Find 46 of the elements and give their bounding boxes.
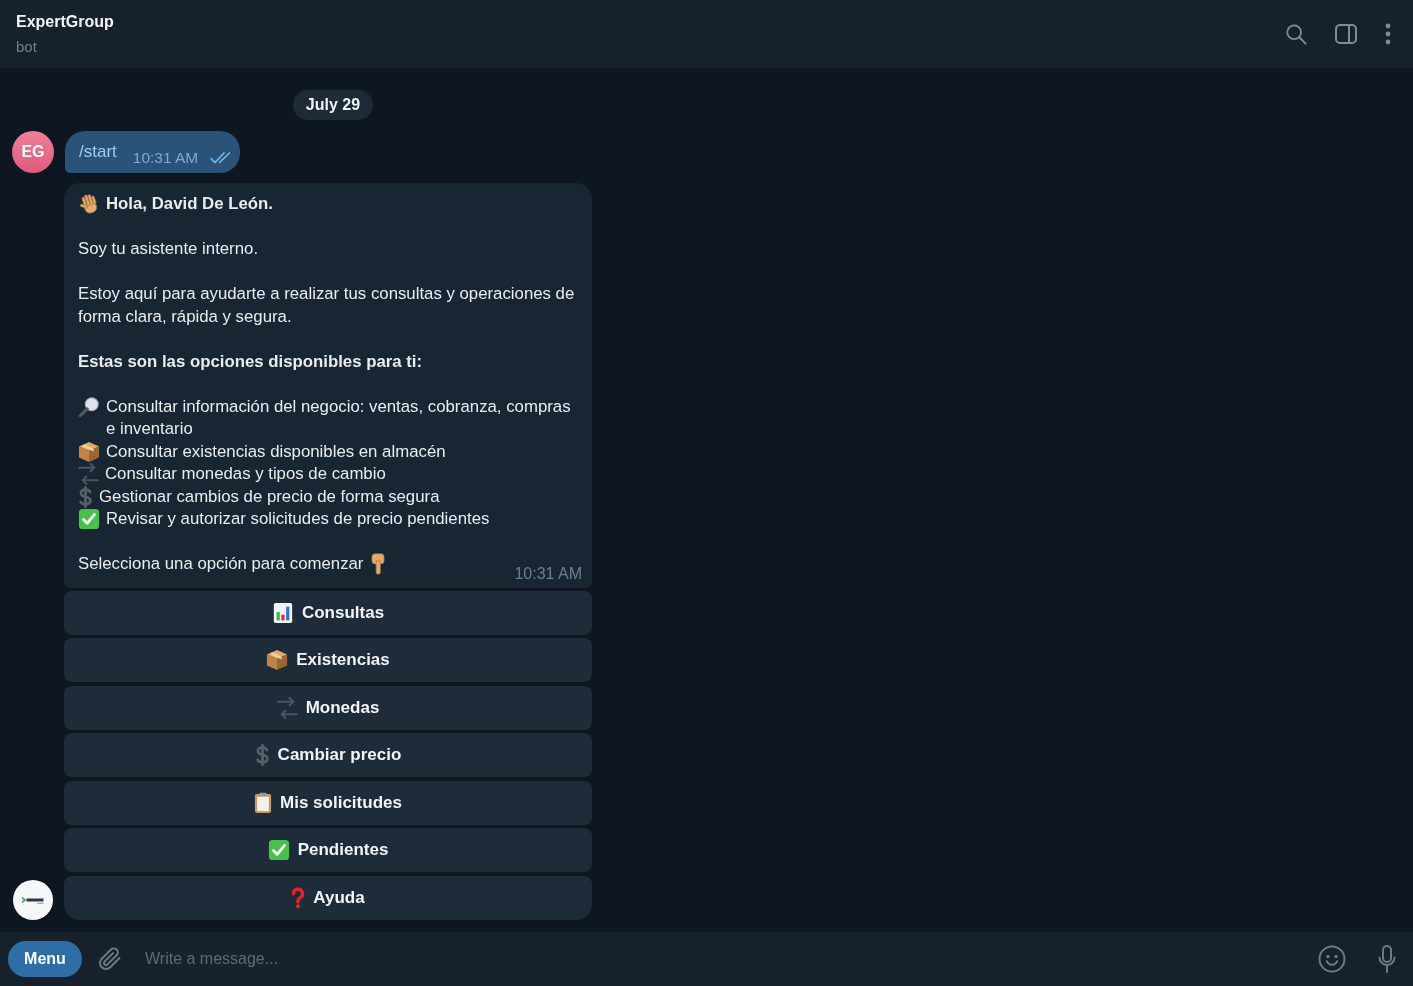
greeting-text: Hola, David De León. xyxy=(106,193,273,215)
option-text: Consultar existencias disponibles en almacén xyxy=(106,440,447,463)
keyboard-button[interactable]: Pendientes xyxy=(64,828,592,872)
checkmark-icon xyxy=(78,508,100,531)
menu-button[interactable]: Menu xyxy=(8,941,82,977)
sidebar-toggle-icon[interactable] xyxy=(1335,24,1357,44)
bar-chart-icon xyxy=(271,601,294,624)
box-icon xyxy=(78,440,100,463)
smiley-icon[interactable] xyxy=(1318,945,1346,973)
bot-avatar-icon xyxy=(13,879,53,920)
message-time: 10:31 AM xyxy=(132,150,199,166)
question-mark-icon xyxy=(291,886,306,909)
box-icon xyxy=(266,649,289,671)
magnifier-icon xyxy=(78,395,100,418)
more-options-icon[interactable] xyxy=(1385,23,1391,45)
search-icon[interactable] xyxy=(1285,23,1307,45)
message-time: 10:31 AM xyxy=(514,565,582,582)
option-text: Revisar y autorizar solicitudes de precio pendientes xyxy=(106,508,491,530)
option-text: Consultar información del negocio: ventas, cobranza, compras e inventario xyxy=(106,395,572,440)
microphone-icon[interactable] xyxy=(1378,945,1396,973)
user-avatar: EG xyxy=(12,131,54,173)
chat-title: ExpertGroup xyxy=(16,11,114,32)
waving-hand-icon xyxy=(78,193,100,216)
dollar-sign-icon xyxy=(254,744,270,766)
pointing-down-hand-icon xyxy=(371,553,386,576)
dollar-sign-icon xyxy=(78,485,93,508)
date-separator: July 29 xyxy=(292,90,374,120)
message-text: Estoy aquí para ayudarte a realizar tus consultas y operaciones de forma clara, rápida y segura. xyxy=(78,283,576,328)
keyboard-button[interactable]: Existencias xyxy=(64,638,592,682)
keyboard-button[interactable]: Monedas xyxy=(64,685,592,730)
keyboard-button[interactable]: Cambiar precio xyxy=(64,733,592,777)
message-text: Soy tu asistente interno. xyxy=(78,238,260,260)
keyboard-button[interactable]: Mis solicitudes xyxy=(64,780,592,825)
paperclip-icon[interactable] xyxy=(98,947,122,971)
option-text: Consultar monedas y tipos de cambio xyxy=(105,463,387,485)
exchange-arrows-icon xyxy=(78,463,99,486)
exchange-arrows-icon xyxy=(276,696,298,719)
checkmark-icon xyxy=(267,839,290,861)
option-text: Gestionar cambios de precio de forma segura xyxy=(99,485,441,508)
chat-status: bot xyxy=(16,36,38,57)
keyboard-button[interactable]: Ayuda xyxy=(64,875,592,920)
keyboard-button[interactable]: Consultas xyxy=(64,590,592,635)
options-heading: Estas son las opciones disponibles para ti: xyxy=(78,350,424,373)
prompt-text: Selecciona una opción para comenzar xyxy=(78,553,364,575)
clipboard-icon xyxy=(254,791,273,814)
command-link[interactable]: /start xyxy=(79,141,117,163)
